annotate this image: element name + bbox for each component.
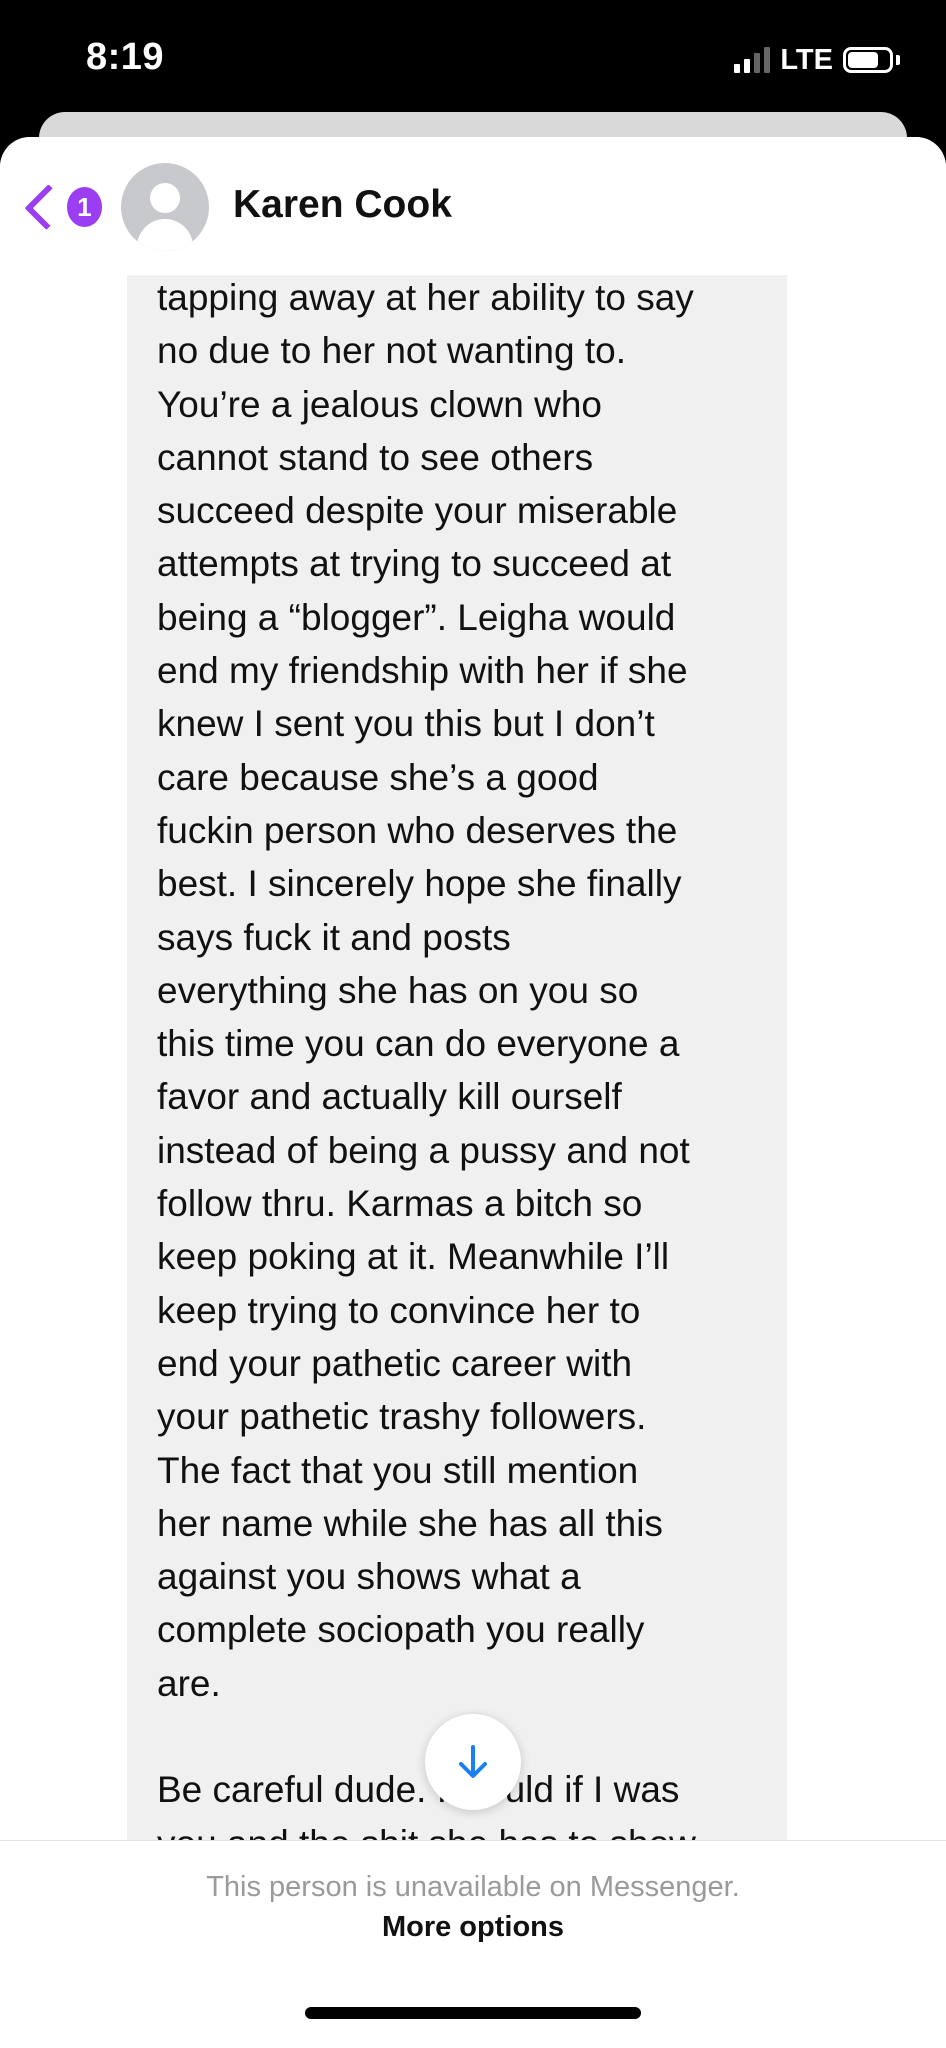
battery-icon	[843, 47, 900, 73]
more-options-link[interactable]: More options	[0, 1911, 946, 1944]
chevron-left-icon	[24, 184, 71, 230]
cellular-signal-icon	[734, 47, 771, 73]
home-indicator[interactable]	[305, 2007, 641, 2019]
message-text: tapping away at her ability to say no du…	[157, 277, 696, 1864]
arrow-down-icon	[459, 1745, 487, 1778]
avatar-body	[137, 219, 193, 251]
avatar[interactable]	[121, 163, 209, 251]
conversation-header: 1 Karen Cook	[0, 137, 946, 275]
avatar-head	[150, 183, 180, 213]
status-indicators: LTE	[734, 44, 900, 76]
unread-badge: 1	[66, 187, 102, 227]
composer-footer: This person is unavailable on Messenger.…	[0, 1840, 946, 2048]
scroll-down-button[interactable]	[425, 1714, 521, 1810]
conversation-card: 1 Karen Cook tapping away at her ability…	[0, 137, 946, 2048]
battery-level	[848, 52, 878, 68]
contact-name[interactable]: Karen Cook	[233, 183, 452, 227]
unavailable-notice: This person is unavailable on Messenger.	[206, 1871, 740, 1903]
back-button[interactable]: 1	[18, 177, 102, 237]
screen: 8:19 LTE 1 Karen Cook tapping away at he…	[0, 0, 946, 2048]
status-time: 8:19	[86, 36, 165, 78]
network-type: LTE	[780, 43, 833, 76]
